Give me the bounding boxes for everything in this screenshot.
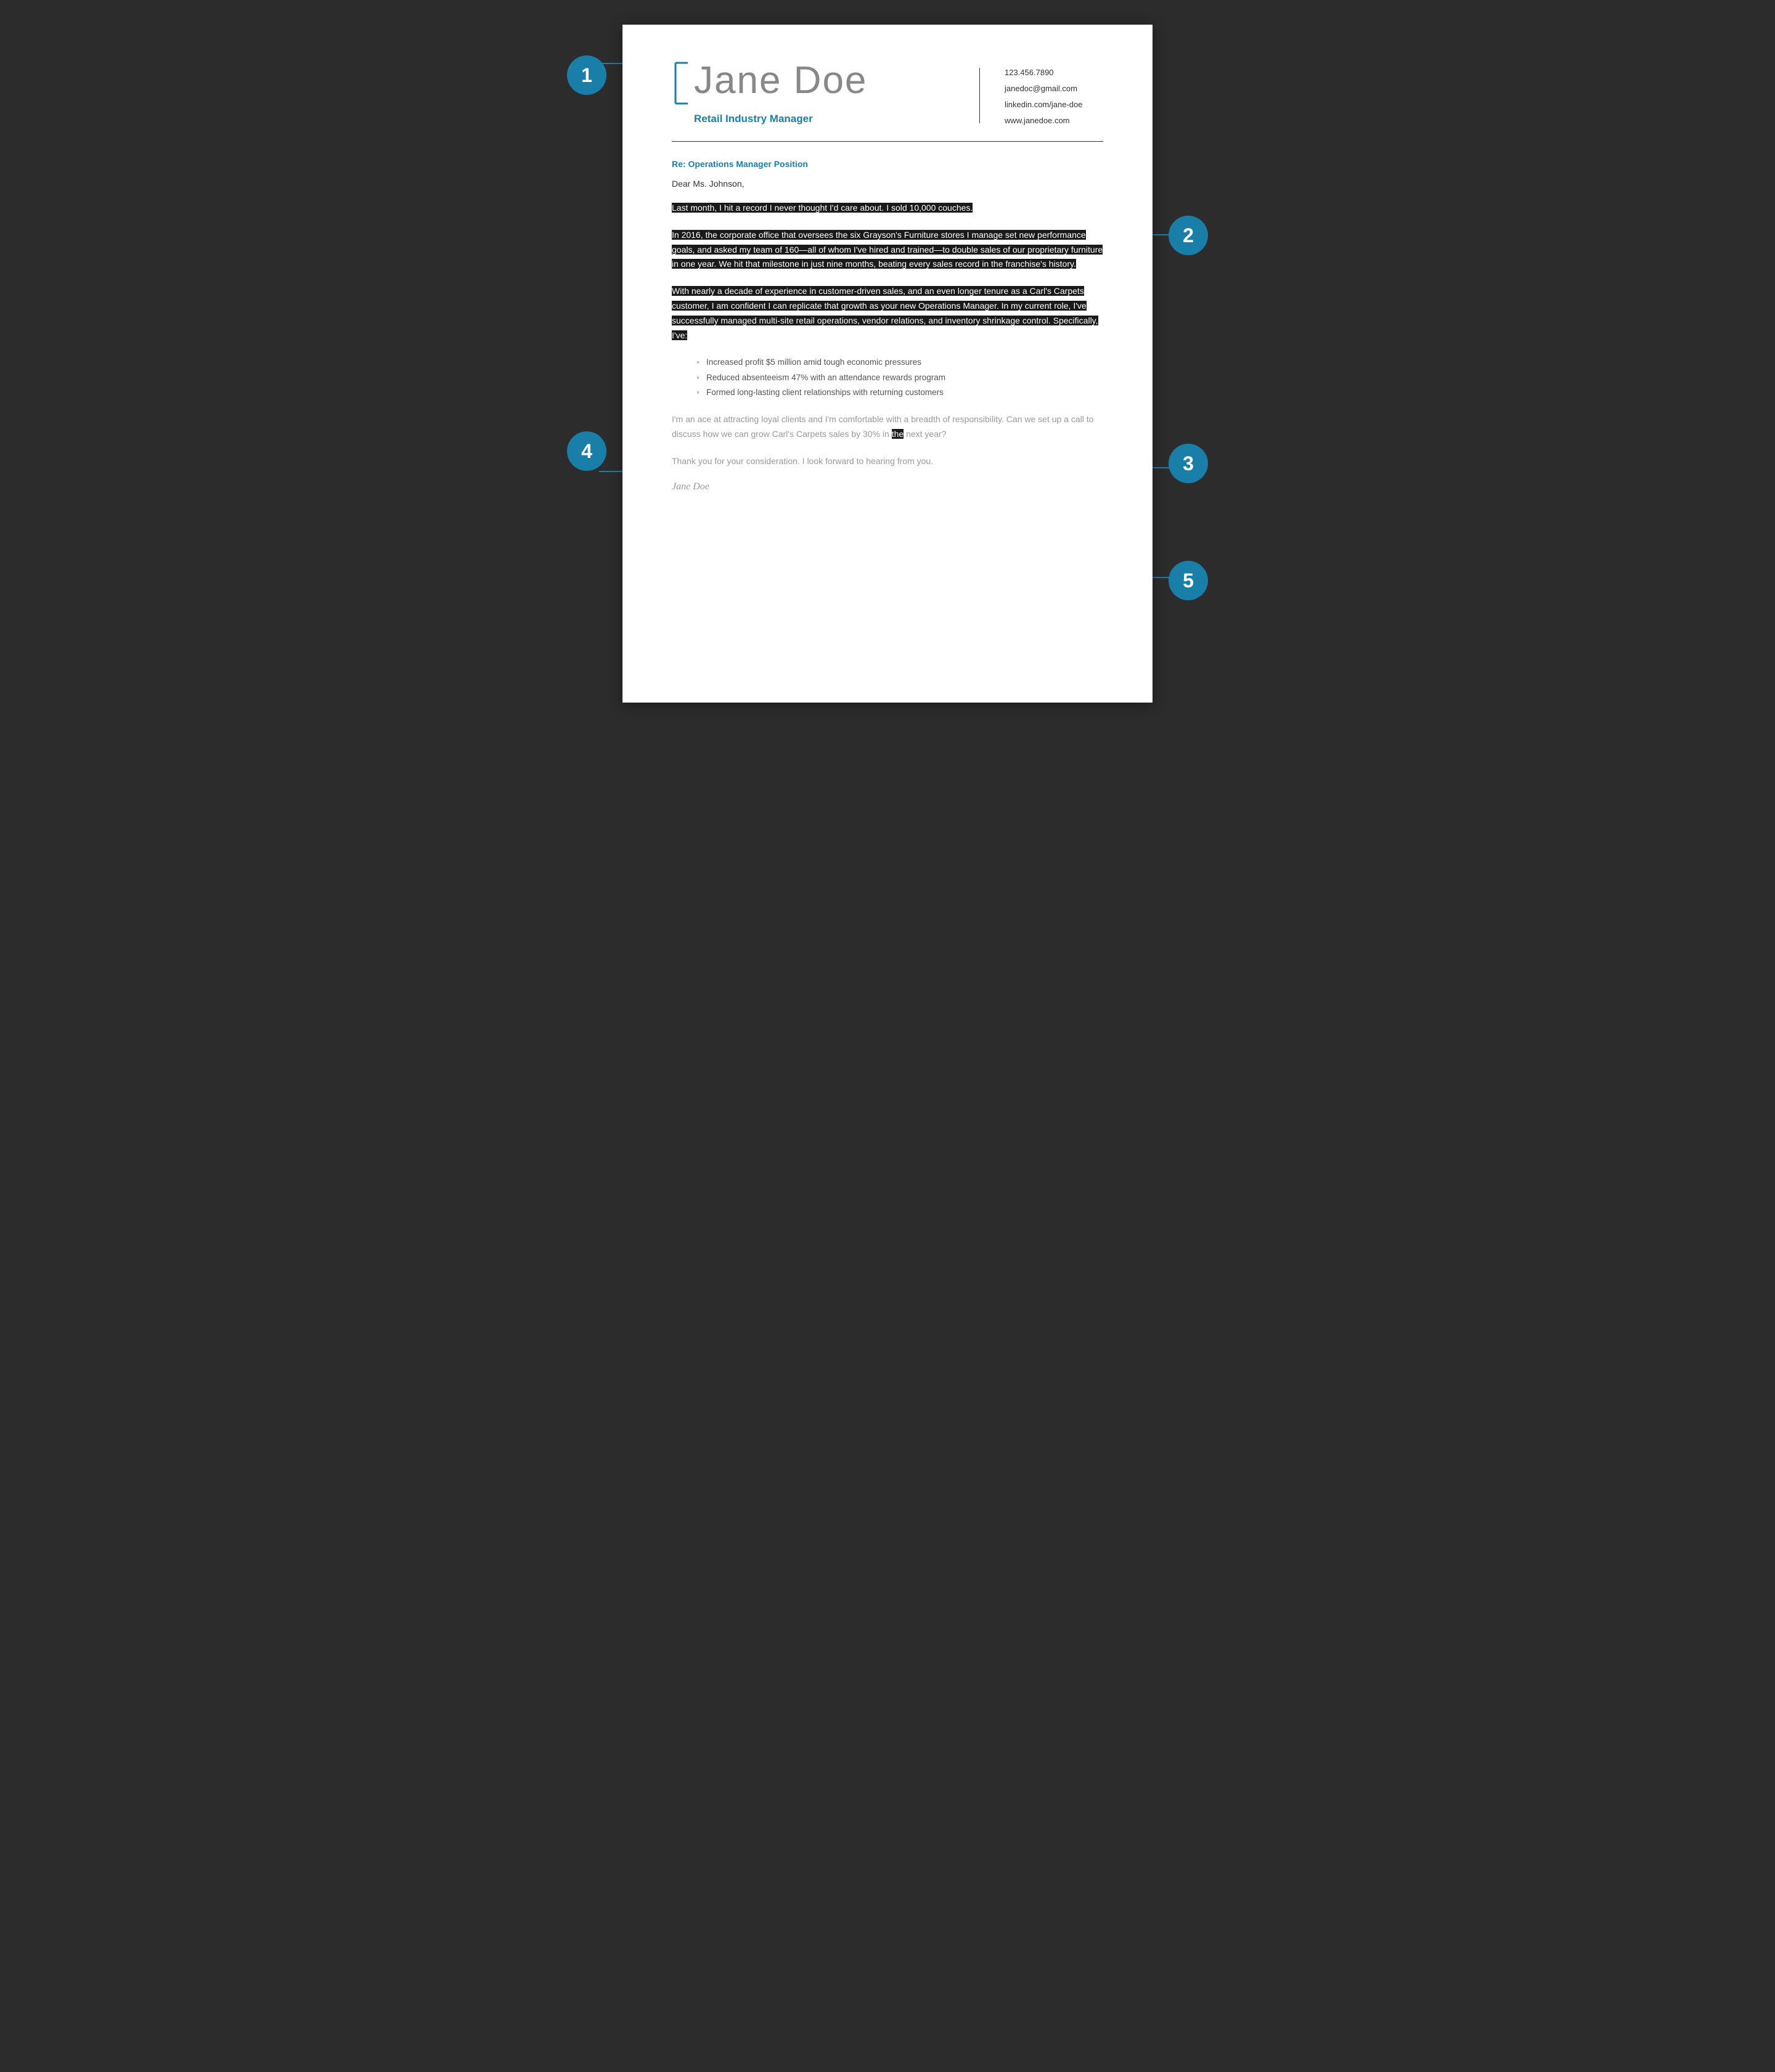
salutation: Dear Ms. Johnson, — [672, 179, 1103, 189]
paragraph-4-part2: next year? — [904, 429, 946, 439]
bullet-list: Increased profit $5 million amid tough e… — [696, 355, 1103, 400]
header-divider — [979, 68, 980, 123]
person-name: Jane Doe — [694, 62, 867, 100]
paper: Jane Doe Retail Industry Manager 123.456… — [622, 25, 1153, 703]
bullet-item-1: Increased profit $5 million amid tough e… — [696, 355, 1103, 370]
signature: Jane Doe — [672, 481, 1103, 492]
paragraph-1-text: Last month, I hit a record I never thoug… — [672, 203, 973, 213]
page-wrapper: 1 2 3 4 5 — [622, 25, 1153, 703]
paragraph-3-text: With nearly a decade of experience in cu… — [672, 286, 1098, 340]
re-line: Re: Operations Manager Position — [672, 159, 1103, 169]
header-left: Jane Doe Retail Industry Manager — [672, 62, 955, 125]
callout-4: 4 — [567, 431, 606, 471]
linkedin: linkedin.com/jane-doe — [1005, 97, 1103, 113]
paragraph-2: In 2016, the corporate office that overs… — [672, 228, 1103, 272]
callout-1: 1 — [567, 55, 606, 95]
job-title: Retail Industry Manager — [694, 113, 955, 125]
paragraph-1: Last month, I hit a record I never thoug… — [672, 201, 1103, 216]
paragraph-4-highlight: the — [892, 429, 904, 439]
website: www.janedoe.com — [1005, 113, 1103, 129]
contact-info: 123.456.7890 janedoc@gmail.com linkedin.… — [1005, 62, 1103, 129]
letter-body: Re: Operations Manager Position Dear Ms.… — [672, 159, 1103, 492]
paragraph-3: With nearly a decade of experience in cu… — [672, 284, 1103, 343]
closing-line: Thank you for your consideration. I look… — [672, 454, 1103, 469]
paragraph-2-text: In 2016, the corporate office that overs… — [672, 230, 1103, 269]
header: Jane Doe Retail Industry Manager 123.456… — [672, 62, 1103, 129]
bullet-item-2: Reduced absenteeism 47% with an attendan… — [696, 370, 1103, 385]
callout-2: 2 — [1169, 216, 1208, 255]
bracket-icon — [672, 62, 689, 108]
callout-3: 3 — [1169, 444, 1208, 483]
email: janedoc@gmail.com — [1005, 81, 1103, 97]
bullet-item-3: Formed long-lasting client relationships… — [696, 385, 1103, 400]
paragraph-4-part1: I'm an ace at attracting loyal clients a… — [672, 414, 1093, 439]
paragraph-4: I'm an ace at attracting loyal clients a… — [672, 412, 1103, 442]
divider-line — [672, 141, 1103, 142]
callout-5: 5 — [1169, 561, 1208, 600]
phone: 123.456.7890 — [1005, 65, 1103, 81]
name-row: Jane Doe — [672, 62, 955, 108]
